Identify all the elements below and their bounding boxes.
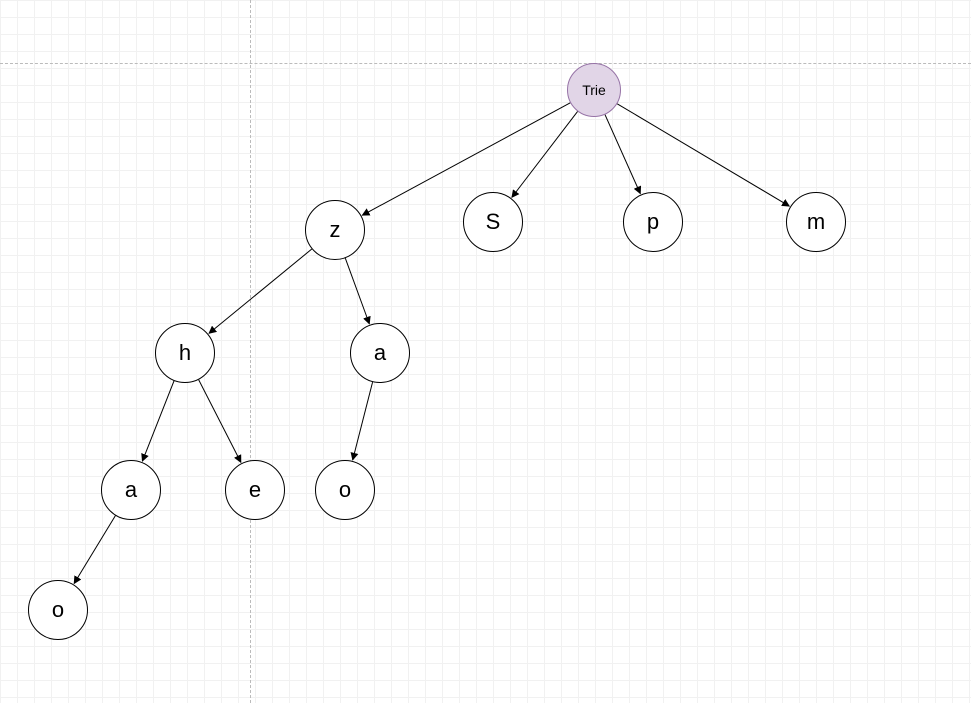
node-a2[interactable]: a	[101, 460, 161, 520]
node-label: o	[52, 597, 64, 623]
node-label: S	[486, 209, 501, 235]
ruler-vertical	[250, 0, 251, 703]
node-label: a	[374, 340, 386, 366]
node-o2[interactable]: o	[28, 580, 88, 640]
node-root[interactable]: Trie	[567, 63, 621, 117]
node-label: h	[179, 340, 191, 366]
canvas-grid	[0, 0, 971, 703]
node-label: Trie	[582, 82, 606, 98]
node-label: a	[125, 477, 137, 503]
node-p[interactable]: p	[623, 192, 683, 252]
node-label: z	[330, 217, 341, 243]
node-label: o	[339, 477, 351, 503]
ruler-horizontal	[0, 63, 971, 64]
node-h[interactable]: h	[155, 323, 215, 383]
node-e[interactable]: e	[225, 460, 285, 520]
node-label: p	[647, 209, 659, 235]
node-a1[interactable]: a	[350, 323, 410, 383]
node-label: e	[249, 477, 261, 503]
node-o1[interactable]: o	[315, 460, 375, 520]
node-label: m	[807, 209, 825, 235]
node-S[interactable]: S	[463, 192, 523, 252]
node-z[interactable]: z	[305, 200, 365, 260]
node-m[interactable]: m	[786, 192, 846, 252]
